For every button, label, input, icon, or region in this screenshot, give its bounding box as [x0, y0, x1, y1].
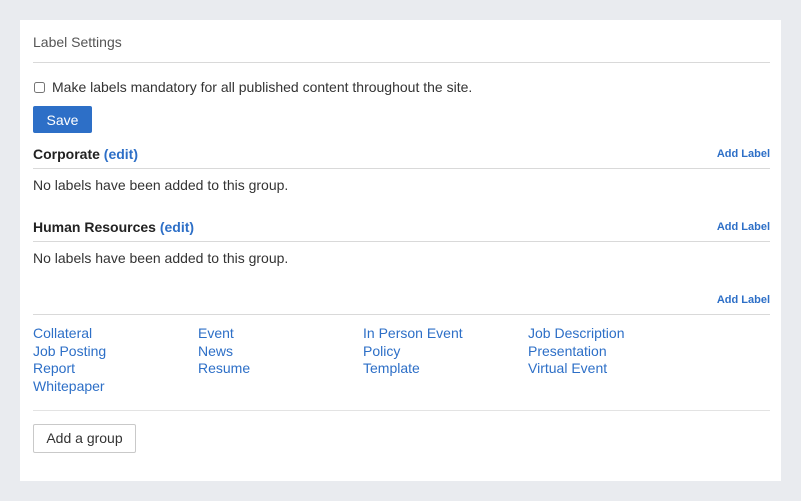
- group-empty-message: No labels have been added to this group.: [33, 177, 289, 193]
- mandatory-labels-checkbox[interactable]: [34, 81, 45, 93]
- group-title: Human Resources (edit): [33, 219, 194, 235]
- label-link[interactable]: Job Posting: [33, 343, 198, 361]
- label-link[interactable]: Collateral: [33, 325, 198, 343]
- add-group-button[interactable]: Add a group: [33, 423, 136, 453]
- label-link[interactable]: Virtual Event: [528, 360, 693, 378]
- label-link[interactable]: In Person Event: [363, 325, 528, 343]
- save-button[interactable]: Save: [33, 106, 92, 133]
- group-name: Human Resources: [33, 219, 156, 235]
- label-link[interactable]: News: [198, 343, 363, 361]
- group-header-human-resources: Human Resources (edit) Add Label: [33, 213, 770, 242]
- mandatory-labels-option[interactable]: Make labels mandatory for all published …: [33, 77, 770, 97]
- panel-header: Label Settings: [33, 20, 770, 63]
- mandatory-labels-label: Make labels mandatory for all published …: [52, 79, 473, 95]
- group-title: Corporate (edit): [33, 146, 138, 162]
- add-label-link[interactable]: Add Label: [717, 221, 770, 233]
- divider: [33, 409, 770, 411]
- label-link[interactable]: Report: [33, 360, 198, 378]
- edit-group-link[interactable]: (edit): [104, 146, 138, 162]
- labels-list: Collateral Event In Person Event Job Des…: [33, 315, 770, 396]
- add-label-link[interactable]: Add Label: [717, 294, 770, 306]
- label-link[interactable]: Policy: [363, 343, 528, 361]
- page-title: Label Settings: [33, 34, 122, 50]
- group-empty-message: No labels have been added to this group.: [33, 250, 289, 266]
- panel-content: Label Settings Make labels mandatory for…: [33, 20, 770, 453]
- label-settings-panel: Label Settings Make labels mandatory for…: [20, 20, 781, 481]
- label-link[interactable]: Resume: [198, 360, 363, 378]
- label-link[interactable]: Job Description: [528, 325, 693, 343]
- group-name: Corporate: [33, 146, 100, 162]
- group-header-corporate: Corporate (edit) Add Label: [33, 140, 770, 169]
- label-link[interactable]: Template: [363, 360, 528, 378]
- add-label-link[interactable]: Add Label: [717, 148, 770, 160]
- label-link[interactable]: Presentation: [528, 343, 693, 361]
- label-link[interactable]: Event: [198, 325, 363, 343]
- edit-group-link[interactable]: (edit): [160, 219, 194, 235]
- label-link[interactable]: Whitepaper: [33, 378, 198, 396]
- ungrouped-header: Add Label: [33, 286, 770, 315]
